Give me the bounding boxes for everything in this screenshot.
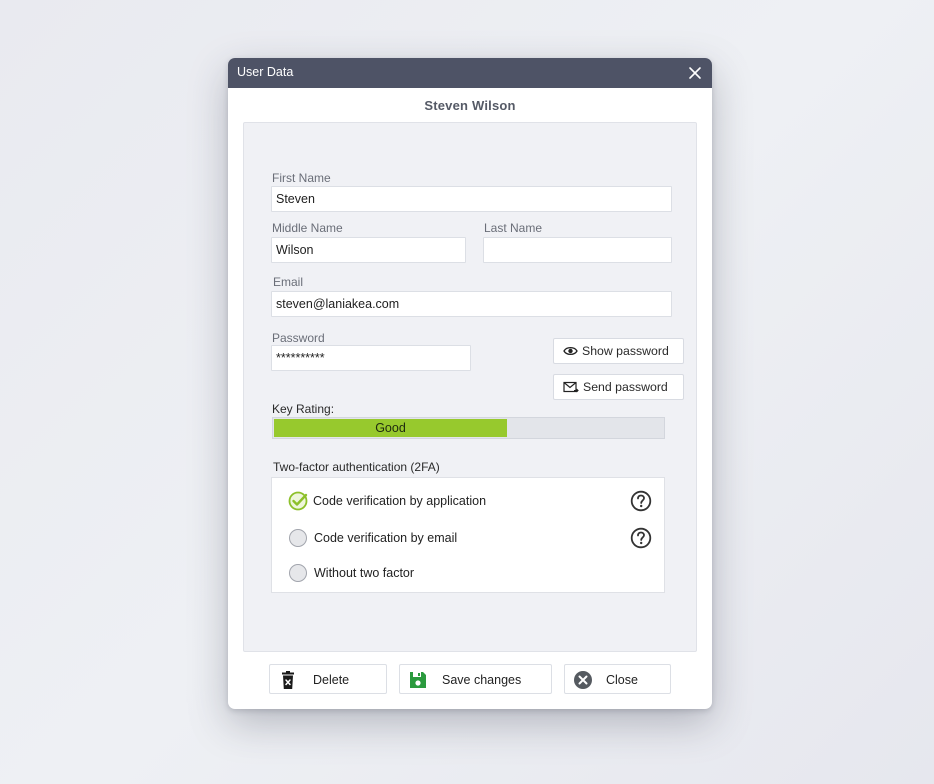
close-label: Close — [606, 673, 638, 687]
radio-option-email[interactable]: Code verification by email — [288, 527, 457, 549]
save-icon — [410, 672, 426, 688]
mail-icon — [563, 381, 579, 393]
password-label: Password — [272, 331, 325, 345]
show-password-button[interactable]: Show password — [553, 338, 684, 364]
trash-icon — [282, 671, 294, 689]
close-button[interactable]: Close — [564, 664, 671, 694]
email-input[interactable] — [271, 291, 672, 317]
radio-option-application[interactable]: Code verification by application — [288, 490, 486, 512]
save-changes-button[interactable]: Save changes — [399, 664, 552, 694]
password-input[interactable] — [271, 345, 471, 371]
window-title: User Data — [237, 65, 294, 79]
user-display-name: Steven Wilson — [424, 98, 516, 113]
user-data-dialog: User Data Steven Wilson First Name Middl… — [228, 58, 712, 709]
radio-circle-email — [289, 529, 307, 547]
title-bar: User Data — [228, 58, 712, 88]
middle-name-label: Middle Name — [272, 221, 343, 235]
radio-option-none[interactable]: Without two factor — [288, 562, 414, 584]
first-name-label: First Name — [272, 171, 331, 185]
key-rating-fill: Good — [274, 419, 507, 437]
show-password-label: Show password — [582, 344, 669, 358]
first-name-input[interactable] — [271, 186, 672, 212]
help-icon[interactable] — [630, 490, 652, 512]
two-factor-options: Code verification by application Code ve… — [271, 477, 665, 593]
delete-label: Delete — [313, 673, 350, 687]
key-rating-bar: Good — [272, 417, 665, 439]
help-icon[interactable] — [630, 527, 652, 549]
delete-button[interactable]: Delete — [269, 664, 387, 694]
check-circle-icon — [288, 491, 308, 511]
middle-name-input[interactable] — [271, 237, 466, 263]
send-password-button[interactable]: Send password — [553, 374, 684, 400]
two-factor-title: Two-factor authentication (2FA) — [273, 460, 440, 474]
radio-label-application: Code verification by application — [313, 494, 487, 508]
form-panel: First Name Middle Name Last Name Email P… — [243, 122, 697, 652]
radio-label-email: Code verification by email — [314, 531, 458, 545]
send-password-label: Send password — [583, 380, 668, 394]
key-rating-label: Key Rating: — [272, 402, 335, 416]
close-icon[interactable] — [686, 64, 704, 82]
radio-label-none: Without two factor — [314, 566, 415, 580]
last-name-label: Last Name — [484, 221, 543, 235]
key-rating-text: Good — [375, 421, 406, 435]
radio-circle-none — [289, 564, 307, 582]
close-circle-icon — [574, 671, 592, 689]
eye-icon — [563, 346, 578, 356]
email-label: Email — [273, 275, 304, 289]
save-changes-label: Save changes — [442, 673, 522, 687]
last-name-input[interactable] — [483, 237, 672, 263]
